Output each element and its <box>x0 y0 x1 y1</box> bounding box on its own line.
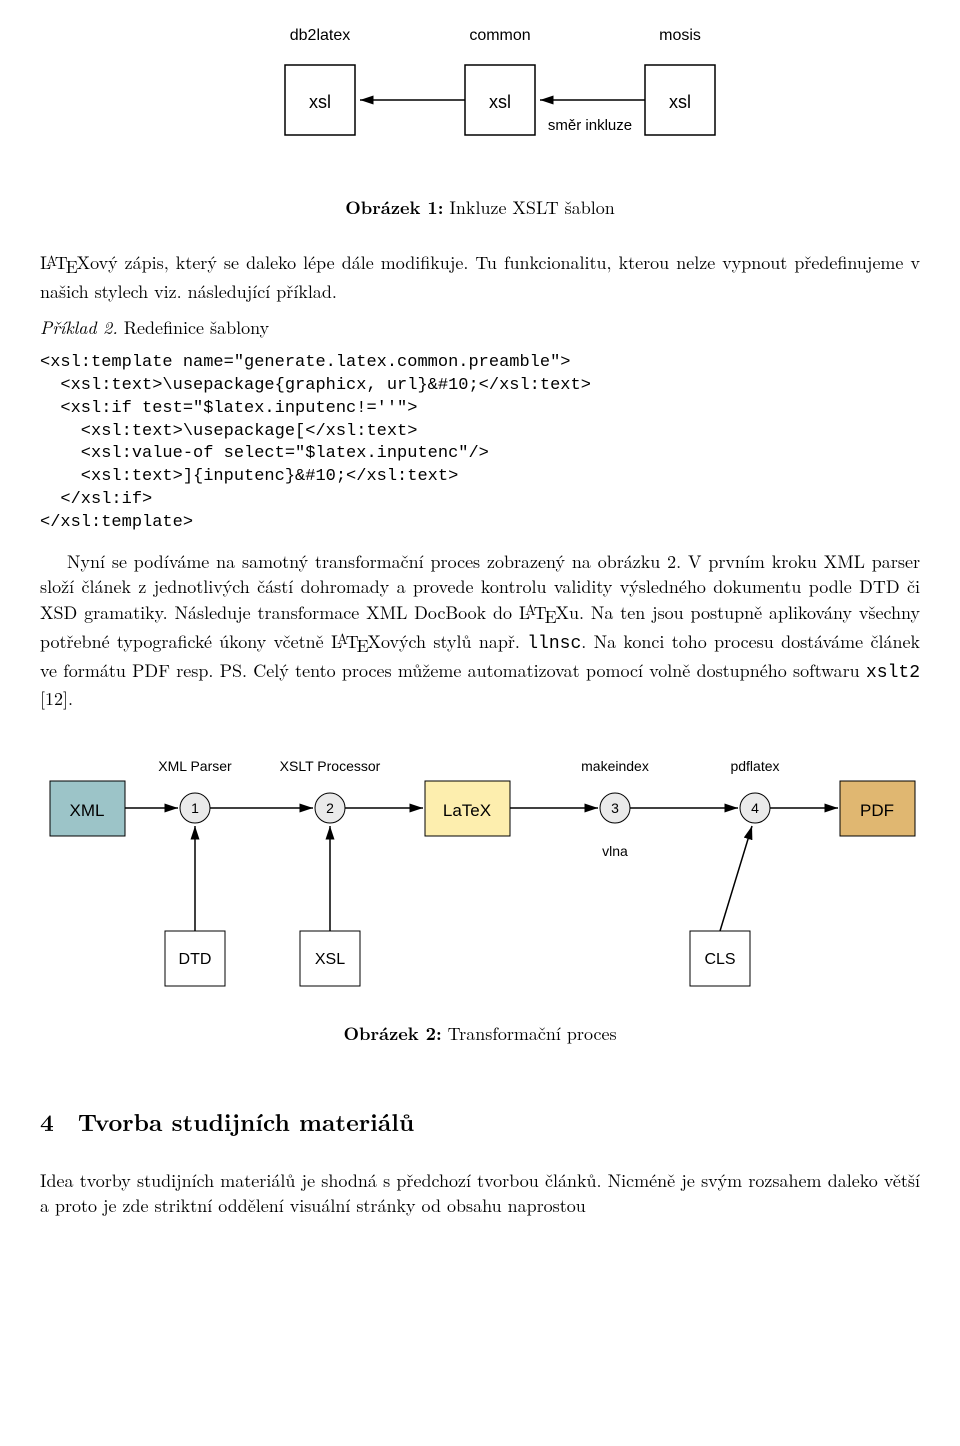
paragraph-2: Nyní se podíváme na samotný transformačn… <box>40 549 920 711</box>
figure-1-caption: Obrázek 1: Inkluze XSLT šablon <box>40 195 920 220</box>
figure-1: db2latex common mosis xsl xsl xsl směr i… <box>40 20 920 220</box>
figure-2-caption-text: Transformační proces <box>442 1021 617 1046</box>
fig2-box-latex: LaTeX <box>443 801 491 820</box>
paragraph-3: Idea tvorby studijních materiálů je shod… <box>40 1168 920 1218</box>
fig2-node-4: 4 <box>751 800 759 816</box>
para2-tt2: xslt2 <box>866 663 920 683</box>
para2-tt1: llnsc <box>527 634 581 654</box>
figure-1-caption-bold: Obrázek 1: <box>345 195 443 220</box>
fig2-node-1: 1 <box>191 800 199 816</box>
fig1-box1-text: xsl <box>309 92 331 112</box>
fig2-node-2: 2 <box>326 800 334 816</box>
para2-c: ových stylů např. <box>381 629 527 654</box>
fig2-label-vlna: vlna <box>602 843 628 859</box>
figure-2: XML Parser XSLT Processor makeindex pdfl… <box>40 746 920 1046</box>
fig2-label-xmlparser: XML Parser <box>158 758 232 774</box>
latex-logo: LATEX <box>40 250 90 275</box>
fig2-box-dtd: DTD <box>179 951 212 968</box>
fig2-box-cls: CLS <box>704 951 735 968</box>
fig1-label-mosis: mosis <box>659 27 701 44</box>
latex-logo: LATEX <box>331 629 381 654</box>
fig1-arrow-label: směr inkluze <box>548 117 632 134</box>
fig2-box-xsl: XSL <box>315 951 345 968</box>
fig1-box3-text: xsl <box>669 92 691 112</box>
latex-logo: LATEX <box>519 600 569 625</box>
example-heading: Příklad 2. Redefinice šablony <box>40 315 920 340</box>
section-title: Tvorba studijních materiálů <box>78 1105 414 1139</box>
figure-2-caption: Obrázek 2: Transformační proces <box>40 1021 920 1046</box>
code-block: <xsl:template name="generate.latex.commo… <box>40 352 920 536</box>
para2-e: [12]. <box>40 686 73 711</box>
section-number: 4 <box>40 1105 54 1139</box>
fig2-node-3: 3 <box>611 800 619 816</box>
fig2-box-pdf: PDF <box>860 801 894 820</box>
fig1-label-db2latex: db2latex <box>290 27 351 44</box>
fig2-label-pdflatex: pdflatex <box>730 758 779 774</box>
section-heading: 4 Tvorba studijních materiálů <box>40 1106 920 1140</box>
paragraph-1: LATEXový zápis, který se daleko lépe dál… <box>40 250 920 304</box>
fig2-label-xsltproc: XSLT Processor <box>280 758 381 774</box>
figure-1-svg: db2latex common mosis xsl xsl xsl směr i… <box>200 20 760 180</box>
figure-1-caption-text: Inkluze XSLT šablon <box>443 195 614 220</box>
fig1-box2-text: xsl <box>489 92 511 112</box>
fig2-label-makeindex: makeindex <box>581 758 649 774</box>
figure-2-caption-bold: Obrázek 2: <box>343 1021 441 1046</box>
figure-2-svg: XML Parser XSLT Processor makeindex pdfl… <box>40 746 920 1006</box>
example-label: Příklad 2. <box>40 315 118 340</box>
paragraph-1-text: ový zápis, který se daleko lépe dále mod… <box>40 250 920 304</box>
fig2-box-xml: XML <box>70 801 105 820</box>
example-title: Redefinice šablony <box>118 315 269 340</box>
fig1-label-common: common <box>469 27 530 44</box>
